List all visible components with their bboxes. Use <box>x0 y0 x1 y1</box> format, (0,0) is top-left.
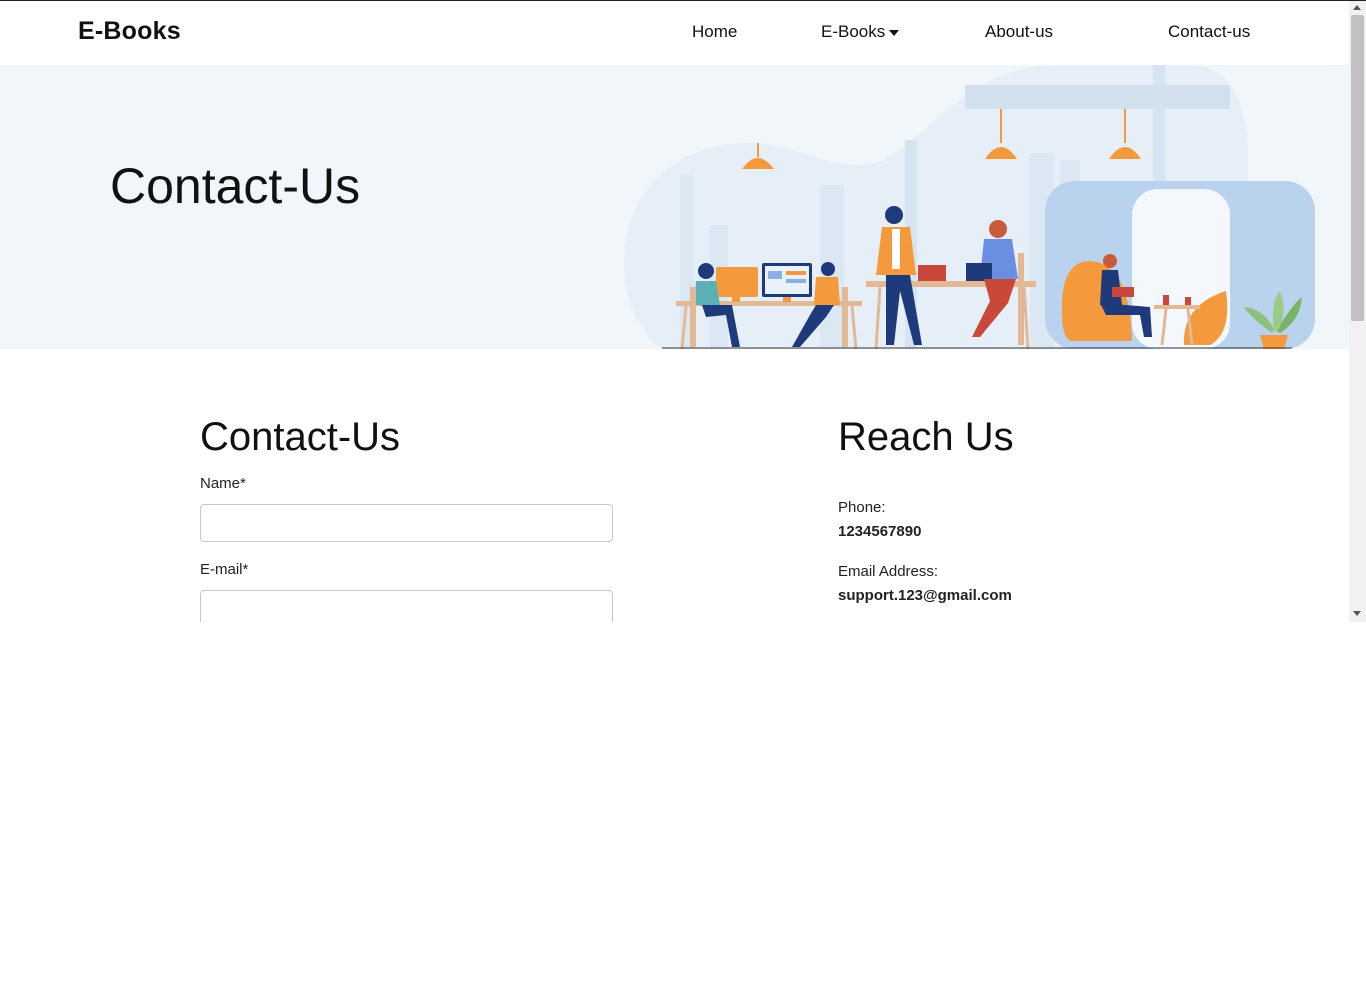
nav-contact-label: Contact-us <box>1168 22 1251 41</box>
phone-value: 1234567890 <box>838 523 922 540</box>
vertical-scrollbar[interactable] <box>1349 1 1366 622</box>
email-input[interactable] <box>200 590 613 622</box>
reach-us-title: Reach Us <box>838 415 1014 459</box>
scrollbar-thumb[interactable] <box>1351 15 1364 321</box>
nav-ebooks-dropdown[interactable]: E-Books <box>821 22 900 42</box>
nav-about[interactable]: About-us <box>985 22 1053 42</box>
phone-label: Phone: <box>838 499 886 516</box>
nav-contact[interactable]: Contact-us <box>1168 22 1250 42</box>
name-label: Name* <box>200 475 246 492</box>
caret-down-icon <box>889 29 900 36</box>
email-label: E-mail* <box>200 561 249 578</box>
nav-about-label: About-us <box>985 22 1054 41</box>
scroll-up-arrow-icon[interactable] <box>1353 5 1361 10</box>
nav-home-label: Home <box>692 22 738 41</box>
name-input[interactable] <box>200 504 613 542</box>
navbar: E-Books Home E-Books About-us Contact-us <box>0 1 1349 65</box>
browser-viewport: E-Books Home E-Books About-us Contact-us… <box>0 0 1366 622</box>
email-address-label: Email Address: <box>838 563 939 580</box>
contact-form-title: Contact-Us <box>200 415 401 459</box>
scroll-down-arrow-icon[interactable] <box>1353 611 1361 616</box>
hero-banner: Contact-Us <box>0 65 1349 349</box>
brand-logo[interactable]: E-Books <box>78 17 181 46</box>
hero-title: Contact-Us <box>110 158 361 214</box>
office-workspace-illustration <box>624 65 1315 349</box>
nav-ebooks-label: E-Books <box>821 22 886 41</box>
nav-home[interactable]: Home <box>692 22 737 42</box>
email-address-value: support.123@gmail.com <box>838 587 1012 604</box>
